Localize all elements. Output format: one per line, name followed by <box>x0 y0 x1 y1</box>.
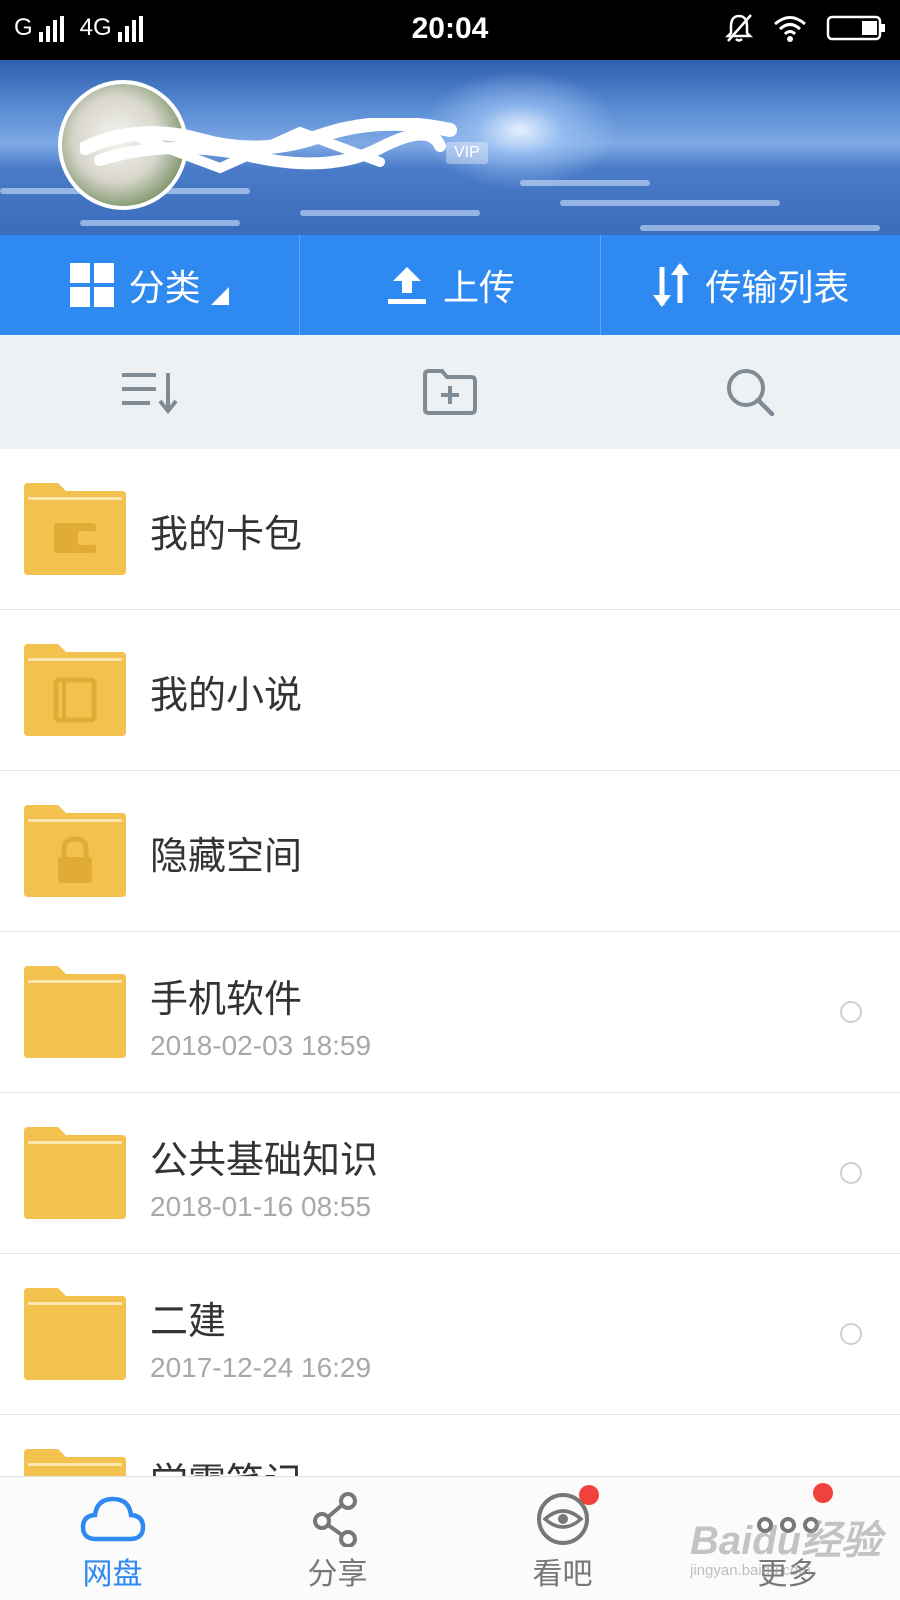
new-folder-button[interactable] <box>300 335 600 449</box>
search-icon <box>727 369 775 417</box>
lock-folder-icon <box>24 805 126 897</box>
select-checkbox[interactable] <box>840 1001 862 1023</box>
file-name: 二建 <box>150 1299 227 1343</box>
share-icon <box>312 1492 357 1547</box>
vip-badge: VIP <box>446 142 488 164</box>
cloud-icon <box>80 1496 145 1542</box>
battery-icon <box>826 15 885 41</box>
list-item[interactable]: 我的卡包 <box>0 449 900 610</box>
select-checkbox[interactable] <box>840 1162 862 1184</box>
notification-badge <box>579 1485 599 1505</box>
list-item[interactable]: 二建 2017-12-24 16:29 <box>0 1254 900 1415</box>
upload-label: 上传 <box>442 268 515 309</box>
file-date: 2018-01-16 08:55 <box>150 1191 372 1222</box>
nav-tab-share[interactable]: 分享 <box>225 1477 450 1600</box>
grid-icon <box>69 263 114 307</box>
list-item[interactable]: 手机软件 2018-02-03 18:59 <box>0 932 900 1093</box>
file-date: 2017-12-24 16:29 <box>150 1352 372 1383</box>
nav-tab-cloud-drive[interactable]: 网盘 <box>0 1477 225 1600</box>
file-name: 手机软件 <box>150 977 303 1021</box>
file-name: 我的小说 <box>150 673 303 717</box>
search-button[interactable] <box>600 335 900 449</box>
nav-tab-watch[interactable]: 看吧 <box>450 1477 675 1600</box>
folder-icon <box>24 1288 126 1380</box>
watermark: Baidu经验 jingyan.baidu.com <box>690 1508 881 1579</box>
file-name: 隐藏空间 <box>150 834 303 878</box>
wifi-icon <box>774 16 806 42</box>
transfer-arrows-icon <box>653 263 690 307</box>
notification-badge <box>813 1483 833 1503</box>
book-folder-icon <box>24 644 126 736</box>
dropdown-triangle-icon <box>210 287 229 305</box>
watermark-url: jingyan.baidu.com <box>690 1562 811 1579</box>
mute-notification-icon <box>724 14 754 42</box>
action-bar: 分类 上传 传输列表 <box>0 235 900 335</box>
nav-label: 看吧 <box>532 1557 593 1592</box>
transfer-list-label: 传输列表 <box>705 268 850 309</box>
file-name: 公共基础知识 <box>150 1138 379 1182</box>
file-list: 我的卡包 我的小说 隐藏空间 手机软件 2018-02-03 18:59 公共基… <box>0 449 900 1576</box>
list-item[interactable]: 我的小说 <box>0 610 900 771</box>
nav-label: 分享 <box>307 1557 368 1592</box>
sort-button[interactable] <box>0 335 300 449</box>
list-item[interactable]: 隐藏空间 <box>0 771 900 932</box>
watermark-text: Baidu经验 <box>690 1519 882 1563</box>
status-bar: G 4G 20:04 <box>0 0 900 60</box>
nav-label: 网盘 <box>82 1557 143 1592</box>
new-folder-icon <box>423 369 477 415</box>
select-checkbox[interactable] <box>840 1323 862 1345</box>
file-toolbar <box>0 335 900 449</box>
upload-icon <box>387 267 426 304</box>
sort-icon <box>122 373 178 415</box>
wallet-folder-icon <box>24 483 126 575</box>
folder-icon <box>24 966 126 1058</box>
category-label: 分类 <box>128 268 201 309</box>
transfer-list-button[interactable]: 传输列表 <box>601 235 900 335</box>
folder-icon <box>24 1127 126 1219</box>
file-name: 我的卡包 <box>150 512 303 556</box>
list-item[interactable]: 公共基础知识 2018-01-16 08:55 <box>0 1093 900 1254</box>
upload-button[interactable]: 上传 <box>300 235 601 335</box>
file-date: 2018-02-03 18:59 <box>150 1030 372 1061</box>
redacted-username <box>80 118 457 174</box>
category-button[interactable]: 分类 <box>0 235 301 335</box>
